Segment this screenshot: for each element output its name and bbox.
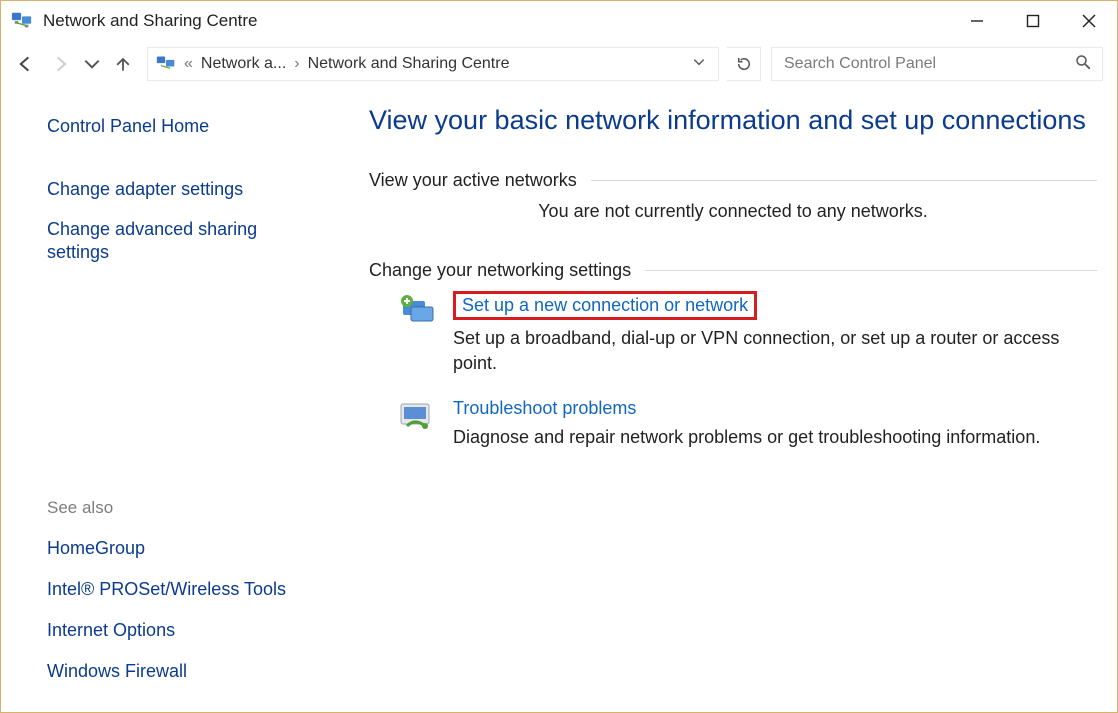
- breadcrumb-item-2[interactable]: Network and Sharing Centre: [308, 55, 510, 73]
- recent-dropdown-button[interactable]: [81, 48, 103, 80]
- active-networks-section: View your active networks: [369, 170, 1097, 191]
- troubleshoot-icon: [397, 398, 437, 438]
- minimize-button[interactable]: [949, 1, 1005, 41]
- breadcrumb-icon: [156, 54, 176, 74]
- maximize-button[interactable]: [1005, 1, 1061, 41]
- breadcrumb-item-1[interactable]: Network a...: [201, 55, 286, 73]
- divider: [591, 180, 1097, 181]
- search-icon[interactable]: [1074, 53, 1092, 75]
- breadcrumb-dropdown-button[interactable]: [688, 55, 710, 74]
- see-also-intel-proset[interactable]: Intel® PROSet/Wireless Tools: [47, 579, 339, 600]
- window-controls: [949, 1, 1117, 41]
- divider: [645, 270, 1097, 271]
- app-icon: [11, 10, 33, 32]
- body-area: Control Panel Home Change adapter settin…: [1, 87, 1117, 712]
- troubleshoot-desc: Diagnose and repair network problems or …: [453, 425, 1087, 450]
- title-bar: Network and Sharing Centre: [1, 1, 1117, 41]
- sidebar-change-advanced[interactable]: Change advanced sharing settings: [47, 218, 317, 263]
- change-settings-section: Change your networking settings: [369, 260, 1097, 281]
- setup-connection-link[interactable]: Set up a new connection or network: [453, 291, 757, 320]
- forward-button[interactable]: [45, 48, 77, 80]
- sidebar: Control Panel Home Change adapter settin…: [1, 87, 349, 712]
- search-box[interactable]: [771, 47, 1103, 81]
- network-status-text: You are not currently connected to any n…: [369, 201, 1097, 222]
- main-title: View your basic network information and …: [369, 105, 1097, 136]
- main-panel: View your basic network information and …: [349, 87, 1117, 712]
- navigation-bar: « Network a... › Network and Sharing Cen…: [1, 41, 1117, 87]
- troubleshoot-link[interactable]: Troubleshoot problems: [453, 398, 636, 419]
- breadcrumb-bar[interactable]: « Network a... › Network and Sharing Cen…: [147, 47, 719, 81]
- chevron-right-icon: ›: [294, 55, 299, 73]
- option-troubleshoot: Troubleshoot problems Diagnose and repai…: [397, 398, 1097, 450]
- see-also-windows-firewall[interactable]: Windows Firewall: [47, 661, 339, 682]
- up-button[interactable]: [107, 48, 139, 80]
- window-title: Network and Sharing Centre: [43, 11, 949, 31]
- breadcrumb-overflow[interactable]: «: [184, 55, 193, 73]
- see-also-heading: See also: [47, 348, 339, 518]
- active-networks-heading: View your active networks: [369, 170, 577, 191]
- see-also-internet-options[interactable]: Internet Options: [47, 620, 339, 641]
- sidebar-control-panel-home[interactable]: Control Panel Home: [47, 115, 317, 138]
- back-button[interactable]: [9, 48, 41, 80]
- option-setup-connection: Set up a new connection or network Set u…: [397, 291, 1097, 376]
- change-settings-heading: Change your networking settings: [369, 260, 631, 281]
- sidebar-change-adapter[interactable]: Change adapter settings: [47, 178, 317, 201]
- setup-connection-desc: Set up a broadband, dial-up or VPN conne…: [453, 326, 1087, 376]
- refresh-button[interactable]: [727, 47, 761, 81]
- search-input[interactable]: [782, 54, 1074, 74]
- setup-connection-icon: [397, 291, 437, 331]
- see-also-homegroup[interactable]: HomeGroup: [47, 538, 339, 559]
- close-button[interactable]: [1061, 1, 1117, 41]
